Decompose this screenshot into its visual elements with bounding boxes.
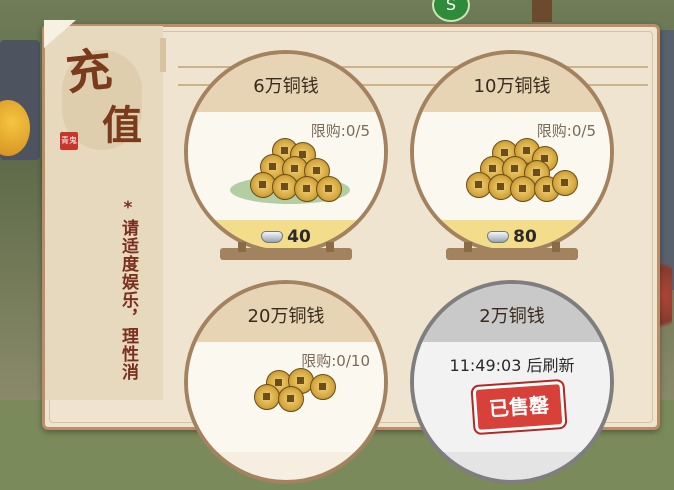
shop-item-card-sold-out[interactable]: 2万铜钱 11:49:03 后刷新 已售罄 [410, 280, 620, 490]
silver-ingot-icon [487, 231, 510, 243]
shop-item-card[interactable]: 10万铜钱 限购:0/5 80 [410, 50, 620, 260]
shop-item-card[interactable]: 6万铜钱 限购:0/5 40 [184, 50, 394, 260]
card-stand [220, 242, 352, 260]
title-char-1: 充 [63, 41, 115, 101]
sold-out-stamp: 已售罄 [472, 380, 566, 434]
panel-divider [160, 38, 166, 72]
price-amount: 40 [287, 227, 311, 247]
price-amount: 80 [513, 227, 537, 247]
item-frame: 20万铜钱 限购:0/10 [184, 280, 388, 484]
title-char-2: 值 [102, 102, 142, 149]
shop-item-card[interactable]: 20万铜钱 限购:0/10 [184, 280, 394, 490]
item-name: 2万铜钱 [479, 306, 545, 327]
item-name: 6万铜钱 [253, 76, 319, 97]
seal-stamp: 青鬼 [60, 132, 78, 150]
item-frame: 6万铜钱 限购:0/5 40 [184, 50, 388, 254]
item-frame: 2万铜钱 11:49:03 后刷新 已售罄 [410, 280, 614, 484]
copper-coins-icon [462, 136, 578, 206]
item-name: 10万铜钱 [473, 76, 551, 97]
item-frame: 10万铜钱 限购:0/5 80 [410, 50, 614, 254]
silver-ingot-icon [261, 231, 284, 243]
moderation-notice: *请适度娱乐，理性消 [118, 198, 138, 381]
card-stand [446, 242, 578, 260]
hud-hanging-tag [532, 0, 552, 22]
copper-coins-icon [236, 136, 346, 206]
item-name: 20万铜钱 [247, 306, 325, 327]
copper-coins-icon [236, 366, 346, 436]
hud-currency-icon[interactable]: S [432, 0, 470, 22]
refresh-timer: 11:49:03 后刷新 [449, 356, 575, 375]
